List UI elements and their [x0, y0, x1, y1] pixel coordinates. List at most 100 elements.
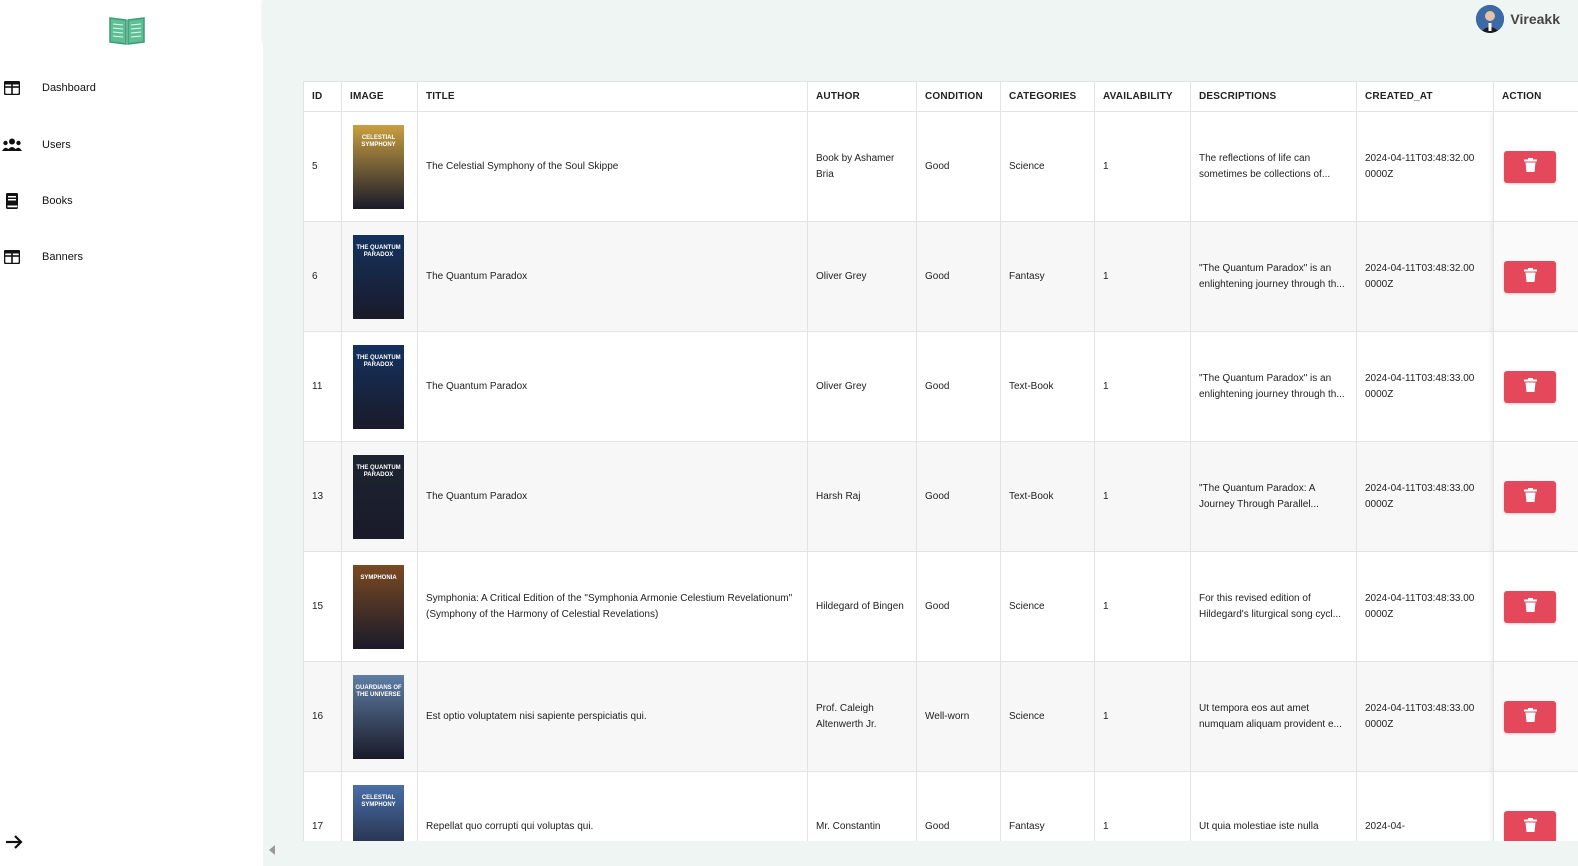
cell-id: 17: [303, 771, 342, 841]
cell-category: Science: [1000, 111, 1095, 222]
cell-image: THE QUANTUM PARADOX: [341, 331, 418, 442]
trash-icon: [1523, 708, 1537, 725]
book-cover-image: CELESTIAL SYMPHONY: [353, 784, 404, 841]
cover-title: CELESTIAL SYMPHONY: [361, 134, 396, 148]
book-cover-image: SYMPHONIA: [353, 564, 404, 649]
cover-title: SYMPHONIA: [360, 574, 397, 581]
user-menu[interactable]: Vireakk: [1476, 5, 1560, 33]
table-icon: [2, 247, 22, 267]
cover-title: THE QUANTUM PARADOX: [356, 354, 401, 368]
delete-button[interactable]: [1504, 700, 1556, 733]
sidebar-item-books[interactable]: Books: [0, 181, 263, 221]
column-header: CREATED_AT: [1356, 81, 1494, 112]
delete-button[interactable]: [1504, 810, 1556, 841]
cell-created-at: 2024-04-11T03:48:32.000000Z: [1356, 111, 1494, 222]
table-row: 17 CELESTIAL SYMPHONY Repellat quo corrupt…: [303, 771, 1578, 841]
cell-author: Prof. Caleigh Altenwerth Jr.: [807, 661, 917, 772]
cell-author: Oliver Grey: [807, 331, 917, 442]
column-header: ID: [303, 81, 342, 112]
cell-condition: Good: [916, 331, 1001, 442]
cell-author: Book by Ashamer Bria: [807, 111, 917, 222]
cell-action: [1493, 771, 1578, 841]
cell-id: 16: [303, 661, 342, 772]
cell-category: Text-Book: [1000, 441, 1095, 552]
cell-author: Hildegard of Bingen: [807, 551, 917, 662]
cell-title: The Quantum Paradox: [417, 221, 808, 332]
cell-action: [1493, 221, 1578, 332]
created-at-text: 2024-04-11T03:48:33.000000Z: [1365, 482, 1475, 510]
cell-availability: 1: [1094, 661, 1191, 772]
delete-button[interactable]: [1504, 590, 1556, 623]
sidebar-item-users[interactable]: Users: [0, 125, 263, 165]
cell-availability: 1: [1094, 221, 1191, 332]
cell-id: 6: [303, 221, 342, 332]
book-cover-image: THE QUANTUM PARADOX: [353, 234, 404, 319]
arrow-right-icon[interactable]: [4, 832, 24, 852]
description-text: "The Quantum Paradox" is an enlightening…: [1199, 372, 1345, 400]
delete-button[interactable]: [1504, 480, 1556, 513]
delete-button[interactable]: [1504, 370, 1556, 403]
cell-created-at: 2024-04-: [1356, 771, 1494, 841]
table-row: 6 THE QUANTUM PARADOX The Quantum Paradox O…: [303, 221, 1578, 332]
trash-icon: [1523, 158, 1537, 175]
sidebar-item-label: Users: [42, 139, 71, 151]
description-text: For this revised edition of Hildegard's …: [1199, 592, 1341, 620]
cell-condition: Good: [916, 771, 1001, 841]
column-header: AVAILABILITY: [1094, 81, 1191, 112]
open-book-logo-icon[interactable]: [108, 14, 146, 46]
sidebar-item-dashboard[interactable]: Dashboard: [0, 68, 263, 108]
cell-description: "The Quantum Paradox" is an enlightening…: [1190, 221, 1357, 332]
column-header: TITLE: [417, 81, 808, 112]
cell-id: 11: [303, 331, 342, 442]
username: Vireakk: [1510, 11, 1560, 27]
cell-action: [1493, 551, 1578, 662]
sidebar-item-banners[interactable]: Banners: [0, 237, 263, 277]
created-at-text: 2024-04-11T03:48:33.000000Z: [1365, 372, 1475, 400]
delete-button[interactable]: [1504, 260, 1556, 293]
book-cover-image: THE QUANTUM PARADOX: [353, 454, 404, 539]
created-at-text: 2024-04-11T03:48:32.000000Z: [1365, 262, 1475, 290]
cell-availability: 1: [1094, 111, 1191, 222]
sidebar-item-label: Books: [42, 195, 73, 207]
cell-availability: 1: [1094, 331, 1191, 442]
horizontal-scrollbar[interactable]: [263, 842, 1578, 858]
description-text: Ut quia molestiae iste nulla: [1199, 820, 1319, 832]
cell-action: [1493, 661, 1578, 772]
column-header: DESCRIPTIONS: [1190, 81, 1357, 112]
cell-image: SYMPHONIA: [341, 551, 418, 662]
cell-action: [1493, 111, 1578, 222]
column-header: CATEGORIES: [1000, 81, 1095, 112]
cell-image: THE QUANTUM PARADOX: [341, 221, 418, 332]
created-at-text: 2024-04-11T03:48:33.000000Z: [1365, 592, 1475, 620]
cell-image: THE QUANTUM PARADOX: [341, 441, 418, 552]
cell-availability: 1: [1094, 441, 1191, 552]
cell-action: [1493, 331, 1578, 442]
top-bar: Vireakk: [263, 0, 1578, 42]
cell-image: CELESTIAL SYMPHONY: [341, 771, 418, 841]
cell-title: Symphonia: A Critical Edition of the "Sy…: [417, 551, 808, 662]
cover-title: THE QUANTUM PARADOX: [356, 244, 401, 258]
cell-description: "The Quantum Paradox" is an enlightening…: [1190, 331, 1357, 442]
cover-title: CELESTIAL SYMPHONY: [361, 794, 396, 808]
cell-created-at: 2024-04-11T03:48:33.000000Z: [1356, 551, 1494, 662]
cell-created-at: 2024-04-11T03:48:33.000000Z: [1356, 661, 1494, 772]
cell-id: 13: [303, 441, 342, 552]
description-text: The reflections of life can sometimes be…: [1199, 152, 1331, 180]
cell-created-at: 2024-04-11T03:48:32.000000Z: [1356, 221, 1494, 332]
column-header: CONDITION: [916, 81, 1001, 112]
sidebar-item-label: Banners: [42, 251, 83, 263]
cover-title: THE QUANTUM PARADOX: [356, 464, 401, 478]
books-table-container: ID IMAGE TITLE AUTHOR CONDITION CATEGORIES AVA…: [303, 81, 1578, 841]
description-text: "The Quantum Paradox: A Journey Through …: [1199, 482, 1319, 510]
table-row: 11 THE QUANTUM PARADOX The Quantum Paradox…: [303, 331, 1578, 442]
table-row: 13 THE QUANTUM PARADOX The Quantum Paradox…: [303, 441, 1578, 552]
book-icon: [2, 191, 22, 211]
trash-icon: [1523, 378, 1537, 395]
cell-condition: Well-worn: [916, 661, 1001, 772]
cell-category: Fantasy: [1000, 771, 1095, 841]
table-row: 16 GUARDIANS OF THE UNIVERSE Est optio vol…: [303, 661, 1578, 772]
scroll-left-icon[interactable]: [269, 845, 275, 855]
delete-button[interactable]: [1504, 150, 1556, 183]
sidebar-item-label: Dashboard: [42, 82, 96, 94]
cell-description: The reflections of life can sometimes be…: [1190, 111, 1357, 222]
